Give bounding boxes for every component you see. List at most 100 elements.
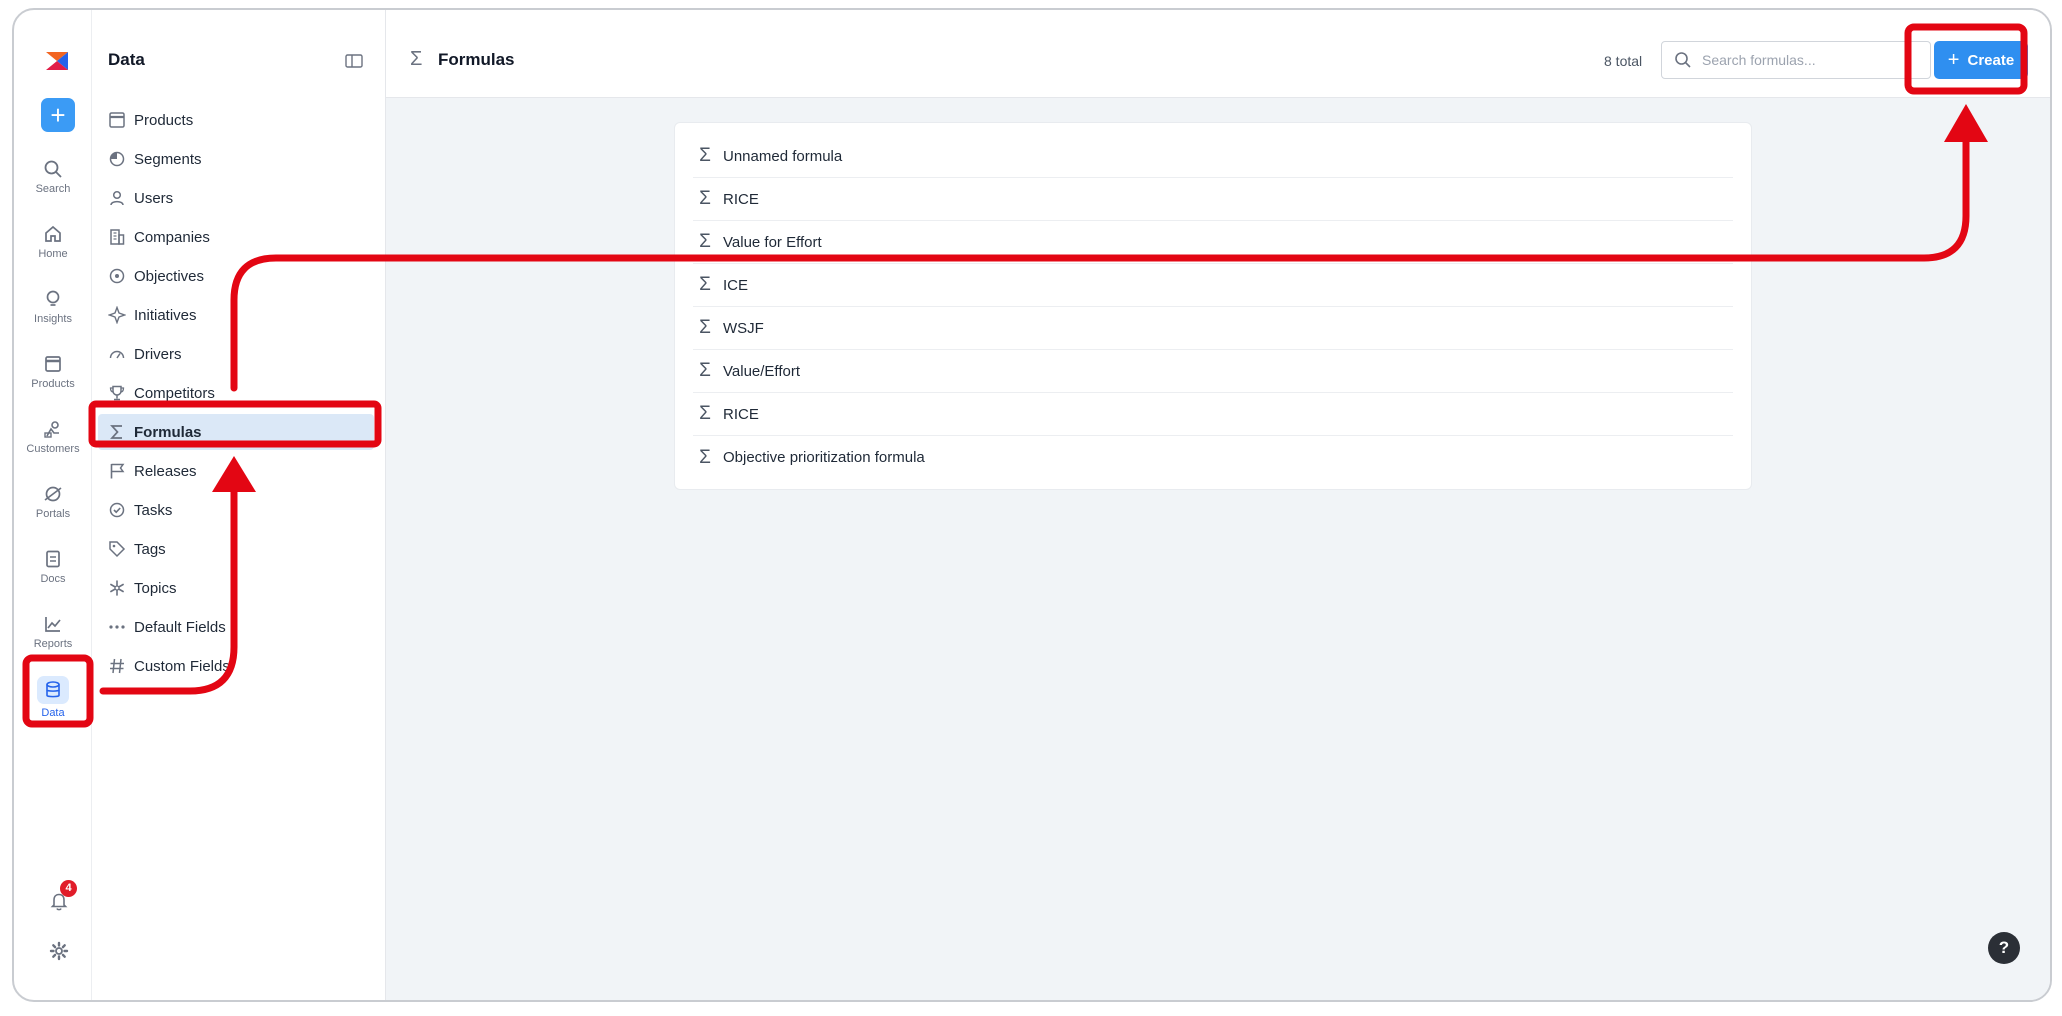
window-icon <box>109 112 125 128</box>
rail-item-data[interactable]: Data <box>14 676 92 719</box>
hash-icon <box>110 658 124 674</box>
rail-item-search[interactable]: Search <box>14 158 92 195</box>
window-icon <box>45 356 61 372</box>
sidebar-item-segments[interactable]: Segments <box>98 141 374 177</box>
sigma-icon: Σ <box>699 231 711 252</box>
sigma-icon: Σ <box>699 403 711 424</box>
sigma-icon: Σ <box>699 446 711 468</box>
sidebar-item-label: Segments <box>134 150 202 168</box>
trophy-icon <box>109 385 125 401</box>
sidebar-item-label: Releases <box>134 462 197 480</box>
sidebar-item-objectives[interactable]: Objectives <box>98 258 374 294</box>
sidebar-item-releases[interactable]: Releases <box>98 453 374 489</box>
sidebar-item-label: Default Fields <box>134 618 226 636</box>
sidebar-item-competitors[interactable]: Competitors <box>98 375 374 411</box>
sidebar-item-label: Users <box>134 189 174 207</box>
rail-item-label: Portals <box>35 508 71 520</box>
formulas-list: Σ Unnamed formula Σ RICE Σ Value for Effort… <box>674 122 1752 490</box>
sidebar-item-products[interactable]: Products <box>98 102 374 138</box>
formula-name: RICE <box>723 190 759 208</box>
rail-item-insights[interactable]: Insights <box>14 288 92 325</box>
sidebar-item-default-fields[interactable]: Default Fields <box>98 609 374 645</box>
chart-icon <box>45 617 61 632</box>
search-box[interactable] <box>1661 41 1931 79</box>
sidebar-item-label: Topics <box>134 579 177 597</box>
sidebar-item-label: Tags <box>134 540 166 558</box>
gauge-icon <box>109 350 125 359</box>
create-button[interactable]: + Create <box>1934 41 2028 79</box>
sparkle-icon <box>108 306 126 324</box>
sigma-icon: Σ <box>699 274 711 295</box>
sidebar-item-label: Competitors <box>134 384 215 402</box>
building-icon <box>110 229 125 245</box>
sidebar-item-formulas[interactable]: Formulas <box>98 414 374 450</box>
quick-add-button[interactable]: + <box>41 98 75 132</box>
sidebar-collapse-icon[interactable] <box>345 54 363 68</box>
sidebar-item-label: Objectives <box>134 267 205 285</box>
rail-item-home[interactable]: Home <box>14 223 92 260</box>
formula-name: Value/Effort <box>723 362 800 380</box>
customers-icon <box>44 421 59 438</box>
sidebar-item-label: Initiatives <box>134 306 197 324</box>
rail-item-label: Insights <box>34 313 72 325</box>
rail-item-label: Customers <box>26 443 80 455</box>
search-icon <box>44 160 62 178</box>
sigma-icon: Σ <box>699 145 711 166</box>
page-header: Σ Formulas 8 total + Create <box>386 10 2050 98</box>
rail-item-docs[interactable]: Docs <box>14 548 92 585</box>
data-sidebar: Data Products Segments Users Companies O… <box>92 10 386 1000</box>
search-input[interactable] <box>1702 52 1902 68</box>
rail-item-label: Home <box>38 248 68 260</box>
formula-name: Objective prioritization formula <box>723 449 925 466</box>
list-item[interactable]: Σ ICE <box>693 264 1733 307</box>
sidebar-item-tasks[interactable]: Tasks <box>98 492 374 528</box>
create-button-label: Create <box>1967 51 2015 69</box>
formula-name: ICE <box>723 276 749 294</box>
asterisk-icon <box>110 580 124 596</box>
rail-item-label: Reports <box>33 638 73 650</box>
formula-name: Value for Effort <box>723 233 822 251</box>
sidebar-item-label: Custom Fields <box>134 657 230 675</box>
list-item[interactable]: Σ Value for Effort <box>693 221 1733 264</box>
rail-item-portals[interactable]: Portals <box>14 483 92 520</box>
sigma-icon: Σ <box>699 360 711 381</box>
sidebar-item-initiatives[interactable]: Initiatives <box>98 297 374 333</box>
rail-item-customers[interactable]: Customers <box>14 418 92 455</box>
list-item[interactable]: Σ Objective prioritization formula <box>693 436 1733 479</box>
sidebar-item-custom-fields[interactable]: Custom Fields <box>98 648 374 684</box>
list-item[interactable]: Σ RICE <box>693 178 1733 221</box>
rail-item-reports[interactable]: Reports <box>14 613 92 650</box>
list-item[interactable]: Σ Unnamed formula <box>693 135 1733 178</box>
list-item[interactable]: Σ Value/Effort <box>693 350 1733 393</box>
user-icon <box>110 190 124 206</box>
database-icon <box>46 681 60 698</box>
flag-icon <box>110 463 125 479</box>
app-window: + Search Home Insights Products Customer… <box>12 8 2052 1002</box>
sidebar-item-label: Drivers <box>134 345 182 363</box>
sidebar-item-drivers[interactable]: Drivers <box>98 336 374 372</box>
list-item[interactable]: Σ WSJF <box>693 307 1733 350</box>
target-icon <box>109 268 125 284</box>
sidebar-item-label: Tasks <box>134 501 173 519</box>
rail-item-products[interactable]: Products <box>14 353 92 390</box>
gear-icon[interactable] <box>48 940 70 962</box>
help-button[interactable]: ? <box>1988 932 2020 964</box>
plus-icon: + <box>1947 49 1960 71</box>
icon-rail: + Search Home Insights Products Customer… <box>14 10 92 1000</box>
list-item[interactable]: Σ RICE <box>693 393 1733 436</box>
sidebar-item-companies[interactable]: Companies <box>98 219 374 255</box>
sidebar-item-users[interactable]: Users <box>98 180 374 216</box>
sigma-icon: Σ <box>699 188 711 209</box>
rail-item-label: Docs <box>40 573 66 585</box>
pie-icon <box>109 151 125 167</box>
total-count: 8 total <box>1604 53 1643 69</box>
sidebar-item-topics[interactable]: Topics <box>98 570 374 606</box>
lightbulb-icon <box>46 290 60 306</box>
search-icon <box>1675 52 1691 68</box>
rail-item-label: Search <box>35 183 71 195</box>
sidebar-item-tags[interactable]: Tags <box>98 531 374 567</box>
formula-name: RICE <box>723 405 759 423</box>
notification-badge: 4 <box>60 880 77 897</box>
app-logo-icon[interactable] <box>44 50 70 72</box>
doc-icon <box>46 550 60 568</box>
